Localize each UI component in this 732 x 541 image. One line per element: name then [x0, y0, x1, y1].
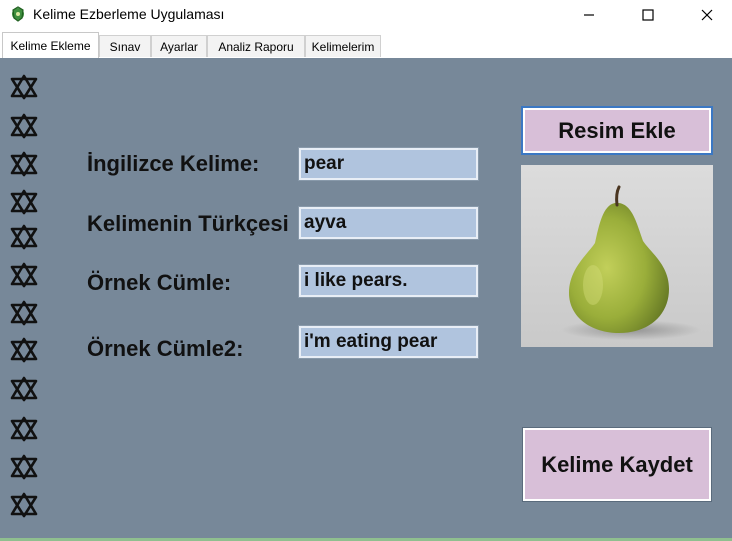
- close-icon: [701, 9, 713, 21]
- maximize-icon: [642, 9, 654, 21]
- star-of-david-icon: [10, 151, 38, 177]
- star-of-david-icon: [10, 454, 38, 480]
- tab-label: Analiz Raporu: [218, 39, 294, 54]
- close-button[interactable]: [684, 0, 730, 30]
- english-word-label: İngilizce Kelime:: [87, 151, 260, 176]
- tab-sinav[interactable]: Sınav: [99, 35, 151, 57]
- save-word-label: Kelime Kaydet: [541, 452, 693, 477]
- example-sentence2-field[interactable]: i'm eating pear: [298, 325, 479, 359]
- star-of-david-icon: [10, 262, 38, 288]
- turkish-word-field[interactable]: ayva: [298, 206, 479, 240]
- tab-ayarlar[interactable]: Ayarlar: [151, 35, 207, 57]
- minimize-button[interactable]: [566, 0, 612, 30]
- tab-label: Kelimelerim: [311, 39, 375, 54]
- star-of-david-icon: [10, 416, 38, 442]
- app-icon: [12, 6, 24, 22]
- star-of-david-icon: [10, 376, 38, 402]
- star-of-david-icon: [10, 337, 38, 363]
- add-image-button[interactable]: Resim Ekle: [521, 106, 713, 155]
- example-sentence2-label: Örnek Cümle2:: [87, 336, 244, 361]
- title-bar: Kelime Ezberleme Uygulaması: [0, 0, 732, 30]
- tab-label: Kelime Ekleme: [10, 38, 91, 53]
- save-word-button[interactable]: Kelime Kaydet: [522, 427, 712, 502]
- tab-kelimelerim[interactable]: Kelimelerim: [305, 35, 381, 57]
- tab-kelime-ekleme[interactable]: Kelime Ekleme: [2, 32, 99, 58]
- tab-label: Ayarlar: [160, 39, 198, 54]
- star-of-david-icon: [10, 113, 38, 139]
- tab-bar: Kelime Ekleme Sınav Ayarlar Analiz Rapor…: [0, 32, 732, 58]
- star-of-david-icon: [10, 74, 38, 100]
- example-sentence-field[interactable]: i like pears.: [298, 264, 479, 298]
- word-image: [521, 165, 713, 347]
- star-of-david-icon: [10, 492, 38, 518]
- example-sentence-label: Örnek Cümle:: [87, 270, 232, 295]
- maximize-button[interactable]: [625, 0, 671, 30]
- star-of-david-icon: [10, 189, 38, 215]
- tab-label: Sınav: [109, 39, 141, 54]
- turkish-word-label: Kelimenin Türkçesi: [87, 211, 289, 236]
- star-of-david-icon: [10, 300, 38, 326]
- star-of-david-icon: [10, 224, 38, 250]
- minimize-icon: [584, 14, 594, 16]
- english-word-field[interactable]: pear: [298, 147, 479, 181]
- tab-analiz-raporu[interactable]: Analiz Raporu: [207, 35, 305, 57]
- window-title: Kelime Ezberleme Uygulaması: [33, 6, 225, 22]
